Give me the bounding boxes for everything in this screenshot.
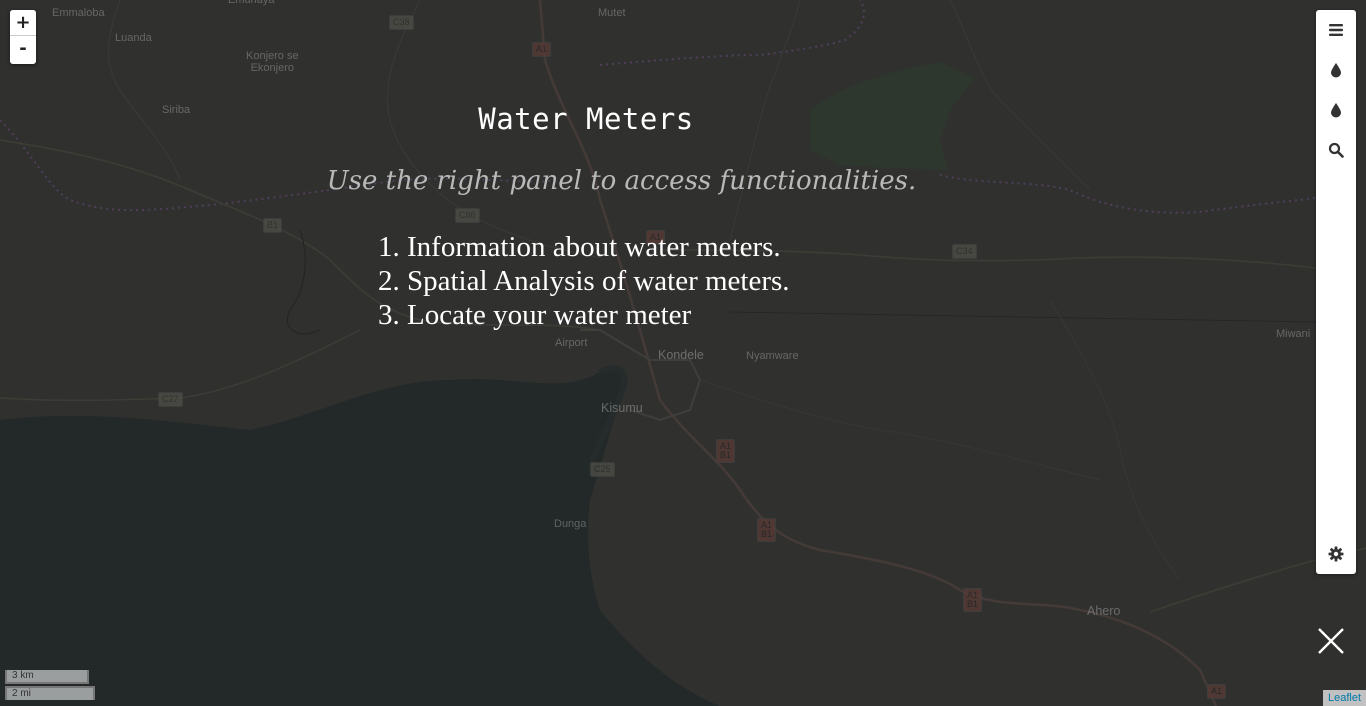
- sidebar-tab-water-info[interactable]: [1316, 50, 1356, 90]
- feature-list: 1. Information about water meters. 2. Sp…: [378, 230, 790, 332]
- sidebar-tab-search[interactable]: [1316, 130, 1356, 170]
- sidebar-tabs: [1316, 10, 1356, 574]
- tint-icon: [1331, 63, 1341, 78]
- bars-icon: [1329, 24, 1343, 36]
- welcome-title: Water Meters: [478, 102, 694, 136]
- feature-item-locate: 3. Locate your water meter: [378, 299, 692, 331]
- feature-item-info: 1. Information about water meters.: [378, 231, 781, 263]
- close-overlay-button[interactable]: [1314, 624, 1348, 658]
- welcome-subtitle: Use the right panel to access functional…: [326, 166, 917, 196]
- scale-imperial: 2 mi: [5, 686, 95, 700]
- leaflet-link[interactable]: Leaflet: [1328, 692, 1361, 704]
- tint-icon: [1331, 103, 1341, 118]
- sidebar-tab-water-analysis[interactable]: [1316, 90, 1356, 130]
- gear-icon: [1328, 546, 1344, 562]
- sidebar-tab-menu[interactable]: [1316, 10, 1356, 50]
- scale-metric: 3 km: [5, 670, 89, 684]
- sidebar-tab-settings[interactable]: [1316, 534, 1356, 574]
- zoom-control: + -: [10, 10, 36, 64]
- zoom-out-button[interactable]: -: [10, 36, 36, 62]
- close-icon: [1318, 628, 1344, 654]
- zoom-in-button[interactable]: +: [10, 10, 36, 36]
- feature-item-analysis: 2. Spatial Analysis of water meters.: [378, 265, 790, 297]
- map-attribution: Leaflet: [1322, 690, 1366, 706]
- search-icon: [1328, 142, 1344, 158]
